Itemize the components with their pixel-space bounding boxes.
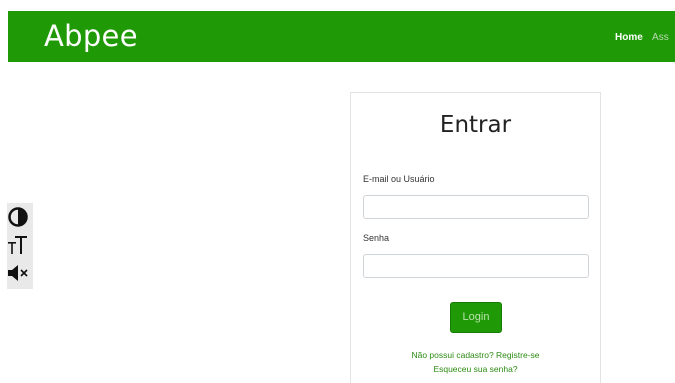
nav-link-home[interactable]: Home bbox=[615, 32, 643, 43]
mute-icon[interactable] bbox=[7, 261, 33, 285]
email-label: E-mail ou Usuário bbox=[363, 174, 435, 184]
password-field[interactable] bbox=[363, 254, 589, 278]
nav-links: Home Ass bbox=[615, 31, 675, 44]
forgot-password-link[interactable]: Esqueceu sua senha? bbox=[351, 364, 600, 375]
page: Abpee Home Ass Entrar E-mail ou Usuário … bbox=[0, 0, 675, 383]
login-title: Entrar bbox=[439, 112, 512, 138]
brand-logo[interactable]: Abpee bbox=[44, 19, 138, 53]
accessibility-toolbar bbox=[7, 203, 33, 289]
font-size-icon[interactable] bbox=[7, 233, 33, 257]
register-link[interactable]: Não possui cadastro? Registre-se bbox=[351, 350, 600, 361]
login-button[interactable]: Login bbox=[450, 302, 502, 333]
nav-link-ass[interactable]: Ass bbox=[652, 32, 669, 43]
top-navbar: Abpee Home Ass bbox=[8, 11, 675, 62]
email-field[interactable] bbox=[363, 195, 589, 219]
password-label: Senha bbox=[363, 233, 390, 243]
contrast-icon[interactable] bbox=[7, 205, 33, 229]
login-card: Entrar E-mail ou Usuário Senha Login Não… bbox=[350, 92, 601, 383]
